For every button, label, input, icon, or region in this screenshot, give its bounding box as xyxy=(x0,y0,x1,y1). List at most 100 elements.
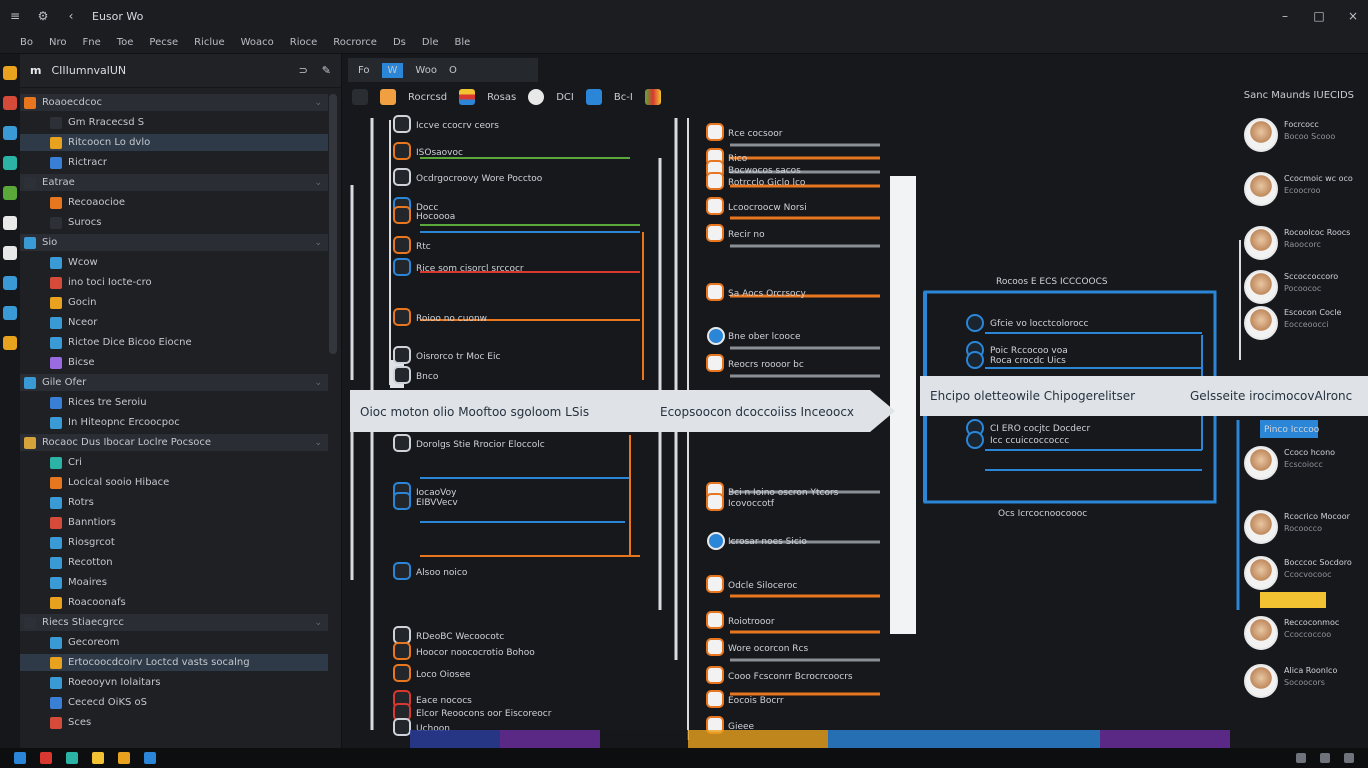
person-role: Ecscoiocc xyxy=(1284,460,1323,469)
node-label: Eocois Bocrr xyxy=(728,696,784,706)
files-icon[interactable] xyxy=(118,752,130,764)
battery-icon[interactable] xyxy=(1344,753,1354,763)
node-icon xyxy=(706,638,724,656)
status-strip xyxy=(688,730,828,748)
person-card[interactable]: Alica Roonlco Socoocors xyxy=(1244,664,1366,704)
node-label: Bnco xyxy=(416,372,439,382)
node-label: Poic Rccocoo voa xyxy=(990,346,1068,356)
node-label: Rotrcclo Giclo lco xyxy=(728,178,806,188)
volume-icon[interactable] xyxy=(1320,753,1330,763)
node-label: IocaoVoy xyxy=(416,488,457,498)
node-icon xyxy=(966,314,984,332)
node-icon xyxy=(393,642,411,660)
node-label: Elcor Reoocons oor Eiscoreocr xyxy=(416,709,552,719)
node-icon xyxy=(393,236,411,254)
person-card[interactable]: Rcocrico Mocoor Rocoocco xyxy=(1244,510,1366,550)
node-icon xyxy=(706,197,724,215)
node-icon xyxy=(393,718,411,736)
node-label: Bci n Ioino oscron Ytcors xyxy=(728,488,839,498)
person-name: Rcocrico Mocoor xyxy=(1284,512,1350,521)
person-card[interactable]: Sccoccoccoro Pocoococ xyxy=(1244,270,1366,310)
node-icon xyxy=(707,532,725,550)
person-role: Eocceoocci xyxy=(1284,320,1329,329)
node-label: RDeoBC Wecoocotc xyxy=(416,632,504,642)
vscode-icon[interactable] xyxy=(144,752,156,764)
node-label: Rice som cisorcl srccocr xyxy=(416,264,524,274)
badge-label: Pinco Icccoo xyxy=(1264,425,1320,435)
folder-icon[interactable] xyxy=(92,752,104,764)
node-icon xyxy=(706,354,724,372)
node-label: Rce cocsoor xyxy=(728,129,783,139)
person-card[interactable]: Escocon Cocle Eocceoocci xyxy=(1244,306,1366,346)
node-icon xyxy=(393,258,411,276)
person-card[interactable]: Focrcocc Bocoo Scooo xyxy=(1244,118,1366,158)
person-card[interactable]: Ccoco hcono Ecscoiocc xyxy=(1244,446,1366,486)
person-role: Ecoocroo xyxy=(1284,186,1321,195)
avatar xyxy=(1244,270,1278,304)
node-label: Roca crocdc Uics xyxy=(990,356,1066,366)
start-icon[interactable] xyxy=(14,752,26,764)
person-card[interactable]: Bocccoc Socdoro Ccocvocooc xyxy=(1244,556,1366,596)
person-name: Ccoco hcono xyxy=(1284,448,1336,457)
node-icon xyxy=(706,666,724,684)
group-title: Rocoos E ECS ICCCOOCS xyxy=(996,277,1108,287)
node-label: Reocrs roooor bc xyxy=(728,360,804,370)
node-icon xyxy=(393,168,411,186)
avatar xyxy=(1244,226,1278,260)
person-role: Rocoocco xyxy=(1284,524,1322,533)
avatar xyxy=(1244,172,1278,206)
node-label: Wore ocorcon Rcs xyxy=(728,644,808,654)
node-label: Lcoocroocw Norsi xyxy=(728,203,807,213)
node-label: Bne ober lcooce xyxy=(728,332,801,342)
status-strip xyxy=(500,730,600,748)
node-label: CI ERO cocjtc Docdecr xyxy=(990,424,1091,434)
person-name: Rocoolcoc Roocs xyxy=(1284,228,1351,237)
node-label: Icovoccotf xyxy=(728,499,775,509)
node-icon xyxy=(706,493,724,511)
node-label: Icrosar noes Sicio xyxy=(728,537,807,547)
node-icon xyxy=(393,703,411,721)
node-label: Roioo no cuonw xyxy=(416,314,487,324)
avatar xyxy=(1244,664,1278,698)
node-label: EIBVVecv xyxy=(416,498,458,508)
panel-divider xyxy=(890,176,916,634)
person-role: Ccoccoccoo xyxy=(1284,630,1332,639)
node-label: Hoocor noococrotio Bohoo xyxy=(416,648,535,658)
node-icon xyxy=(393,308,411,326)
person-role: Socoocors xyxy=(1284,678,1325,687)
status-strip xyxy=(410,730,500,748)
node-icon xyxy=(706,690,724,708)
person-card[interactable]: Rocoolcoc Roocs Raoocorc xyxy=(1244,226,1366,266)
node-icon xyxy=(393,142,411,160)
banner-mid: Ecopsoocon dcoccoiiss Inceoocx xyxy=(660,405,854,419)
node-icon xyxy=(706,224,724,242)
person-card[interactable]: Ccocmoic wc oco Ecoocroo xyxy=(1244,172,1366,212)
node-label: Roiotrooor xyxy=(728,617,775,627)
node-icon xyxy=(393,664,411,682)
node-label: Eace nococs xyxy=(416,696,472,706)
banner-far: Gelsseite irocimocovAlronc xyxy=(1190,389,1352,403)
person-name: Bocccoc Socdoro xyxy=(1284,558,1352,567)
node-label: Ocdrgocroovy Wore Pocctoo xyxy=(416,174,543,184)
banner-left: Oioc moton olio Mooftoo sgoloom LSis xyxy=(360,405,589,419)
node-icon xyxy=(706,611,724,629)
node-icon xyxy=(706,575,724,593)
avatar xyxy=(1244,306,1278,340)
edge-icon[interactable] xyxy=(66,752,78,764)
wifi-icon[interactable] xyxy=(1296,753,1306,763)
node-label: Cooo Fcsconrr Bcrocrcoocrs xyxy=(728,672,853,682)
node-icon xyxy=(393,206,411,224)
person-name: Sccoccoccoro xyxy=(1284,272,1339,281)
node-icon xyxy=(706,172,724,190)
node-label: Oisrorco tr Moc Eic xyxy=(416,352,500,362)
node-icon xyxy=(966,351,984,369)
node-icon xyxy=(706,123,724,141)
avatar xyxy=(1244,510,1278,544)
node-label: Alsoo noico xyxy=(416,568,468,578)
person-card[interactable]: Reccoconmoc Ccoccoccoo xyxy=(1244,616,1366,656)
browser-icon[interactable] xyxy=(40,752,52,764)
group-footer: Ocs Icrcocnoocoooc xyxy=(998,509,1087,519)
node-icon xyxy=(393,346,411,364)
system-tray xyxy=(1296,753,1368,763)
node-icon xyxy=(966,431,984,449)
